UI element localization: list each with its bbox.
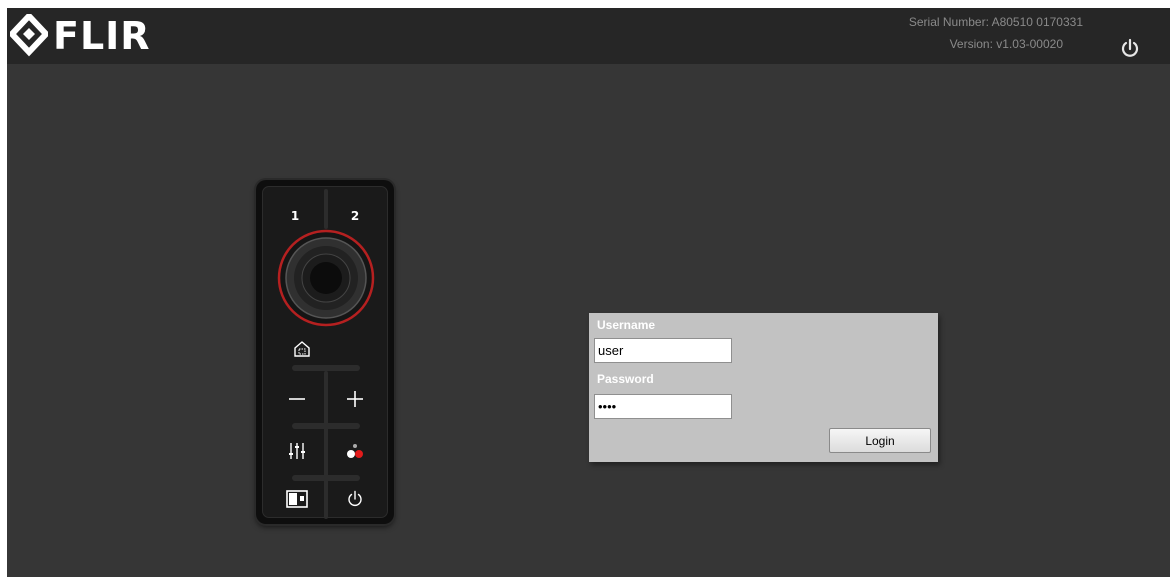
preset-2-label: 2 — [350, 209, 360, 223]
palette-icon — [347, 444, 363, 458]
firmware-version: Version: v1.03-00020 — [949, 37, 1063, 51]
video-mode-button[interactable] — [275, 483, 319, 515]
controller-power-button[interactable] — [333, 483, 377, 515]
controller-divider — [292, 423, 360, 429]
joystick-controller: 1 2 — [256, 180, 394, 524]
power-icon — [348, 490, 362, 506]
zoom-in-button[interactable] — [333, 381, 377, 417]
joystick-icon — [277, 229, 375, 327]
home-icon — [294, 341, 310, 357]
minus-icon — [289, 398, 305, 400]
controller-divider — [292, 475, 360, 481]
joystick-puck[interactable] — [277, 229, 375, 327]
login-button[interactable]: Login — [829, 428, 931, 453]
app-window: FLIR Serial Number: A80510 0170331 Versi… — [7, 8, 1170, 577]
home-button[interactable] — [291, 339, 313, 359]
controller-divider — [324, 189, 328, 229]
flir-logo: FLIR — [10, 11, 151, 61]
plus-icon — [347, 391, 363, 407]
password-label: Password — [597, 372, 654, 386]
header-bar: FLIR Serial Number: A80510 0170331 Versi… — [7, 8, 1170, 64]
picture-in-picture-icon — [286, 490, 308, 508]
username-input[interactable] — [594, 338, 732, 363]
username-label: Username — [597, 318, 656, 332]
zoom-out-button[interactable] — [275, 381, 319, 417]
sliders-icon — [289, 443, 305, 459]
color-palette-button[interactable] — [333, 433, 377, 469]
preset-1-label: 1 — [290, 209, 300, 223]
serial-number: Serial Number: A80510 0170331 — [908, 15, 1083, 29]
preset-1-button[interactable]: 1 — [285, 207, 305, 225]
login-panel: Username Password Login — [589, 313, 938, 462]
power-button[interactable] — [1119, 38, 1141, 60]
controller-body: 1 2 — [262, 186, 388, 519]
password-input[interactable] — [594, 394, 732, 419]
power-icon — [1121, 38, 1139, 57]
flir-diamond-icon — [10, 14, 48, 57]
controller-divider — [324, 371, 328, 519]
settings-button[interactable] — [275, 433, 319, 469]
preset-2-button[interactable]: 2 — [345, 207, 365, 225]
logo-text: FLIR — [53, 14, 151, 58]
